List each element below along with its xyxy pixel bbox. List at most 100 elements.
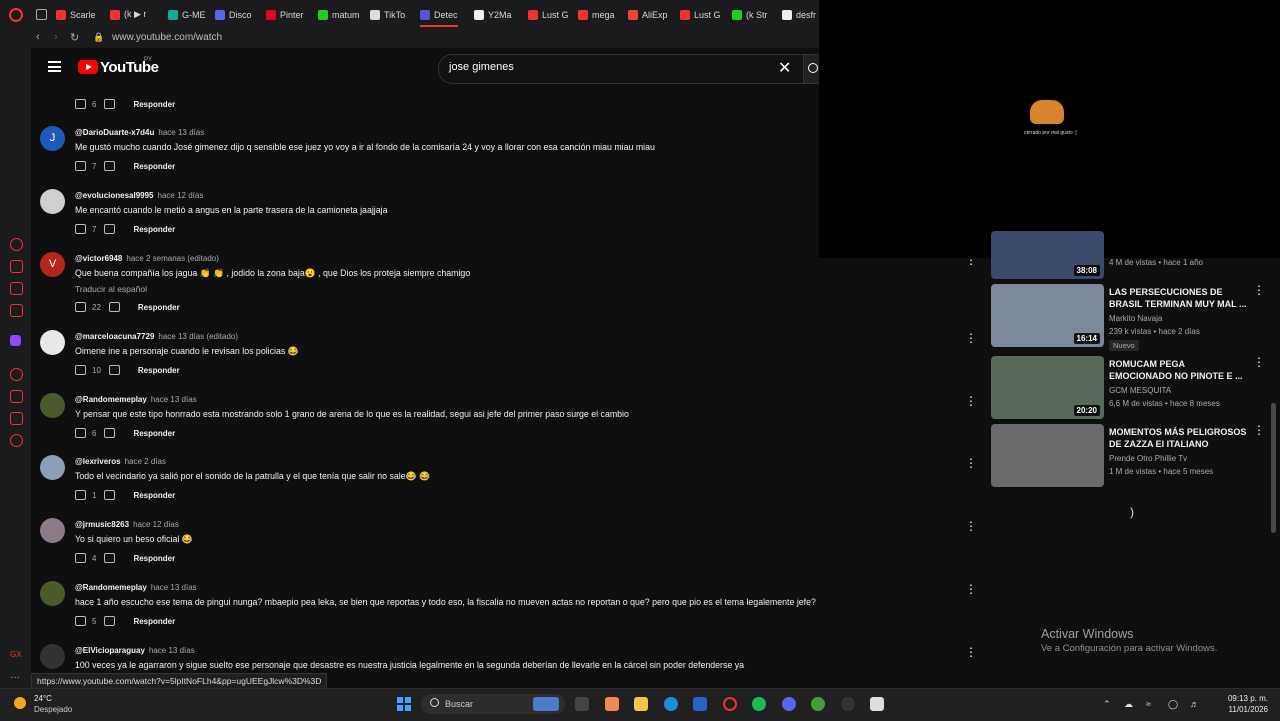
weather-temperature[interactable]: 24°C	[34, 694, 52, 703]
reply-button[interactable]: Responder	[133, 554, 175, 563]
weather-icon[interactable]	[14, 697, 26, 709]
mic-icon[interactable]: ◯	[1168, 699, 1178, 710]
dislike-icon[interactable]	[104, 490, 116, 500]
clear-search-icon[interactable]: ✕	[778, 58, 791, 78]
like-icon[interactable]	[75, 428, 86, 438]
browser-tab[interactable]: G-ME	[168, 4, 206, 25]
video-menu-icon[interactable]: ⋮	[1253, 284, 1265, 296]
browser-tab[interactable]: (k ▶ r	[110, 4, 146, 25]
sidebar-twitch-icon[interactable]	[10, 335, 21, 346]
forward-icon[interactable]: ›	[54, 31, 58, 43]
dislike-icon[interactable]	[108, 302, 120, 312]
network-icon[interactable]: ☁	[1124, 699, 1133, 710]
comment-author[interactable]: @Randomemeplay hace 13 días	[75, 583, 197, 592]
opera-gx-taskbar-icon[interactable]	[723, 697, 737, 711]
browser-tab[interactable]: Scarle	[56, 4, 96, 25]
avatar[interactable]	[40, 455, 65, 480]
browser-tab[interactable]: TikTo	[370, 4, 405, 25]
reply-button[interactable]: Responder	[133, 491, 175, 500]
comment-time[interactable]: hace 12 días	[133, 520, 179, 529]
sidebar-messenger-icon[interactable]	[10, 282, 23, 295]
avatar[interactable]	[40, 581, 65, 606]
video-thumbnail[interactable]	[991, 424, 1104, 487]
store-icon[interactable]	[693, 697, 707, 711]
like-icon[interactable]	[75, 365, 86, 375]
dislike-icon[interactable]	[104, 161, 116, 171]
video-channel[interactable]: Prende Otro Phillie Tv	[1109, 454, 1187, 463]
comment-time[interactable]: hace 13 días (editado)	[158, 332, 238, 341]
avatar[interactable]	[40, 518, 65, 543]
tray-chevron-icon[interactable]: ⌃	[1103, 699, 1111, 710]
video-thumbnail[interactable]: 16:14	[991, 284, 1104, 347]
browser-tab[interactable]: AliExp	[628, 4, 668, 25]
video-thumbnail[interactable]: 38:08	[991, 231, 1104, 279]
app-icon[interactable]	[841, 697, 855, 711]
comment-author[interactable]: @marceloacuna7729 hace 13 días (editado)	[75, 332, 238, 341]
volume-icon[interactable]: ♬	[1190, 699, 1199, 709]
start-button[interactable]	[397, 697, 411, 711]
browser-tab[interactable]: Lust G	[680, 4, 721, 25]
comment-handle[interactable]: @ElVicioparaguay	[75, 646, 145, 655]
comment-time[interactable]: hace 13 días	[158, 128, 204, 137]
comment-author[interactable]: @ElVicioparaguay hace 13 días	[75, 646, 195, 655]
browser-tab[interactable]: mega	[578, 4, 615, 25]
comment-menu-icon[interactable]: ⋮	[965, 457, 977, 469]
browser-tab[interactable]: matum	[318, 4, 360, 25]
comment-menu-icon[interactable]: ⋮	[965, 332, 977, 344]
opera-logo-icon[interactable]	[9, 8, 23, 22]
avatar[interactable]	[40, 393, 65, 418]
browser-tab[interactable]: (k Str	[732, 4, 768, 25]
video-title[interactable]: MOMENTOS MÁS PELIGROSOS DE ZAZZA El ITAL…	[1109, 426, 1249, 450]
dislike-icon[interactable]	[104, 428, 116, 438]
translate-link[interactable]: Traducir al español	[75, 284, 147, 294]
dislike-icon[interactable]	[108, 365, 120, 375]
avatar[interactable]	[40, 330, 65, 355]
reply-button[interactable]: Responder	[133, 100, 175, 109]
comment-handle[interactable]: @evolucionesal9995	[75, 191, 154, 200]
hamburger-menu-icon[interactable]	[48, 61, 61, 72]
comment-time[interactable]: hace 2 días	[125, 457, 166, 466]
clock-time[interactable]: 09:13 p. m.	[1222, 694, 1268, 703]
reply-button[interactable]: Responder	[133, 225, 175, 234]
comment-author[interactable]: @evolucionesal9995 hace 12 días	[75, 191, 203, 200]
sidebar-player-icon[interactable]	[10, 368, 23, 381]
discord-icon[interactable]	[782, 697, 796, 711]
like-icon[interactable]	[75, 490, 86, 500]
browser-tab[interactable]: Pinter	[266, 4, 304, 25]
browser-tab[interactable]: Y2Ma	[474, 4, 512, 25]
sidebar-aria-icon[interactable]	[10, 238, 23, 251]
video-channel[interactable]: Markito Navaja	[1109, 314, 1162, 323]
reply-button[interactable]: Responder	[138, 366, 180, 375]
wifi-icon[interactable]: ≈	[1146, 699, 1151, 709]
sidebar-bulb-icon[interactable]	[10, 412, 23, 425]
video-menu-icon[interactable]: ⋮	[1253, 424, 1265, 436]
comment-menu-icon[interactable]: ⋮	[965, 583, 977, 595]
like-icon[interactable]	[75, 161, 86, 171]
comment-handle[interactable]: @Randomemeplay	[75, 583, 147, 592]
reply-button[interactable]: Responder	[133, 162, 175, 171]
sidebar-clock-icon[interactable]	[10, 390, 23, 403]
like-icon[interactable]	[75, 302, 86, 312]
search-input[interactable]: jose gimenes	[449, 61, 514, 73]
comment-menu-icon[interactable]: ⋮	[965, 395, 977, 407]
scrollbar[interactable]	[1271, 403, 1276, 533]
sidebar-more-icon[interactable]: ···	[10, 672, 21, 683]
browser-tab[interactable]: Detec	[420, 4, 458, 27]
comment-time[interactable]: hace 13 días	[149, 646, 195, 655]
browser-tab[interactable]: Disco	[215, 4, 252, 25]
sidebar-bag-icon[interactable]	[10, 260, 23, 273]
video-channel[interactable]: GCM MESQUITA	[1109, 386, 1171, 395]
sidebar-gx-icon[interactable]: GX	[10, 650, 22, 661]
avatar[interactable]	[40, 644, 65, 669]
comment-author[interactable]: @lexriveros hace 2 días	[75, 457, 166, 466]
weather-description[interactable]: Despejado	[34, 705, 72, 714]
comment-handle[interactable]: @DarioDuarte-x7d4u	[75, 128, 154, 137]
like-icon[interactable]	[75, 99, 86, 109]
reload-icon[interactable]: ↻	[70, 31, 79, 44]
dislike-icon[interactable]	[104, 99, 116, 109]
dislike-icon[interactable]	[104, 553, 116, 563]
comment-author[interactable]: @victor6948 hace 2 semanas (editado)	[75, 254, 219, 263]
reply-button[interactable]: Responder	[133, 617, 175, 626]
file-explorer-icon[interactable]	[634, 697, 648, 711]
comment-author[interactable]: @Randomemeplay hace 13 días	[75, 395, 197, 404]
